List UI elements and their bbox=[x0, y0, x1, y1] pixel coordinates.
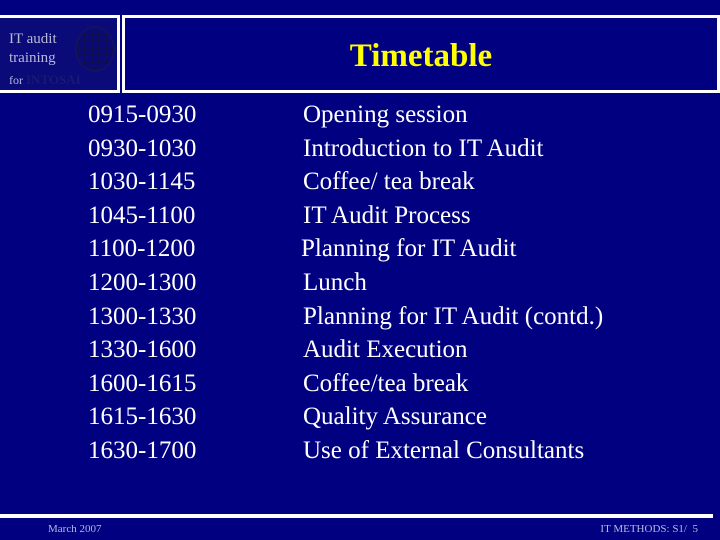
schedule-activity: Planning for IT Audit (contd.) bbox=[303, 302, 604, 330]
title-box: Timetable bbox=[122, 15, 720, 93]
time-column: 0915-0930 0930-1030 1030-1145 1045-1100 1100… bbox=[88, 98, 196, 468]
schedule-activity: IT Audit Process bbox=[303, 201, 471, 229]
schedule-activity: Coffee/ tea break bbox=[303, 168, 475, 196]
schedule-activity: Coffee/tea break bbox=[303, 369, 469, 397]
schedule-time: 0915-0930 bbox=[88, 101, 197, 128]
schedule-activity: Opening session bbox=[303, 101, 468, 128]
schedule-activity: Quality Assurance bbox=[303, 403, 487, 431]
schedule-time: 1030-1145 bbox=[88, 168, 196, 196]
page-title: Timetable bbox=[349, 38, 493, 74]
schedule-activity: Planning for IT Audit bbox=[301, 235, 517, 263]
schedule-time: 0930-1030 bbox=[88, 134, 197, 162]
schedule-activity: Lunch bbox=[303, 268, 367, 296]
schedule-time: 1330-1600 bbox=[88, 336, 197, 364]
schedule-time: 1200-1300 bbox=[88, 268, 197, 296]
logo-line1: IT audit bbox=[9, 31, 57, 47]
schedule-time: 1630-1700 bbox=[88, 436, 197, 464]
footer-divider bbox=[0, 514, 713, 518]
activity-column: Opening session Introduction to IT Audit C… bbox=[301, 98, 604, 468]
schedule-time: 1045-1100 bbox=[88, 201, 196, 229]
logo: IT audit training for INTOSAI bbox=[0, 15, 120, 93]
schedule-activity: Audit Execution bbox=[303, 336, 468, 364]
footer-slide-number: IT METHODS: S1/ 5 bbox=[600, 523, 698, 535]
logo-line3: for INTOSAI bbox=[9, 72, 81, 87]
schedule-activity: Use of External Consultants bbox=[303, 436, 585, 464]
schedule-activity: Introduction to IT Audit bbox=[303, 134, 544, 162]
footer-date: March 2007 bbox=[48, 523, 102, 535]
schedule-time: 1615-1630 bbox=[88, 403, 197, 431]
schedule-time: 1300-1330 bbox=[88, 302, 197, 330]
schedule-time: 1600-1615 bbox=[88, 369, 197, 397]
globe-icon bbox=[75, 26, 115, 72]
schedule-time: 1100-1200 bbox=[88, 235, 196, 263]
logo-line2: training bbox=[9, 50, 56, 66]
